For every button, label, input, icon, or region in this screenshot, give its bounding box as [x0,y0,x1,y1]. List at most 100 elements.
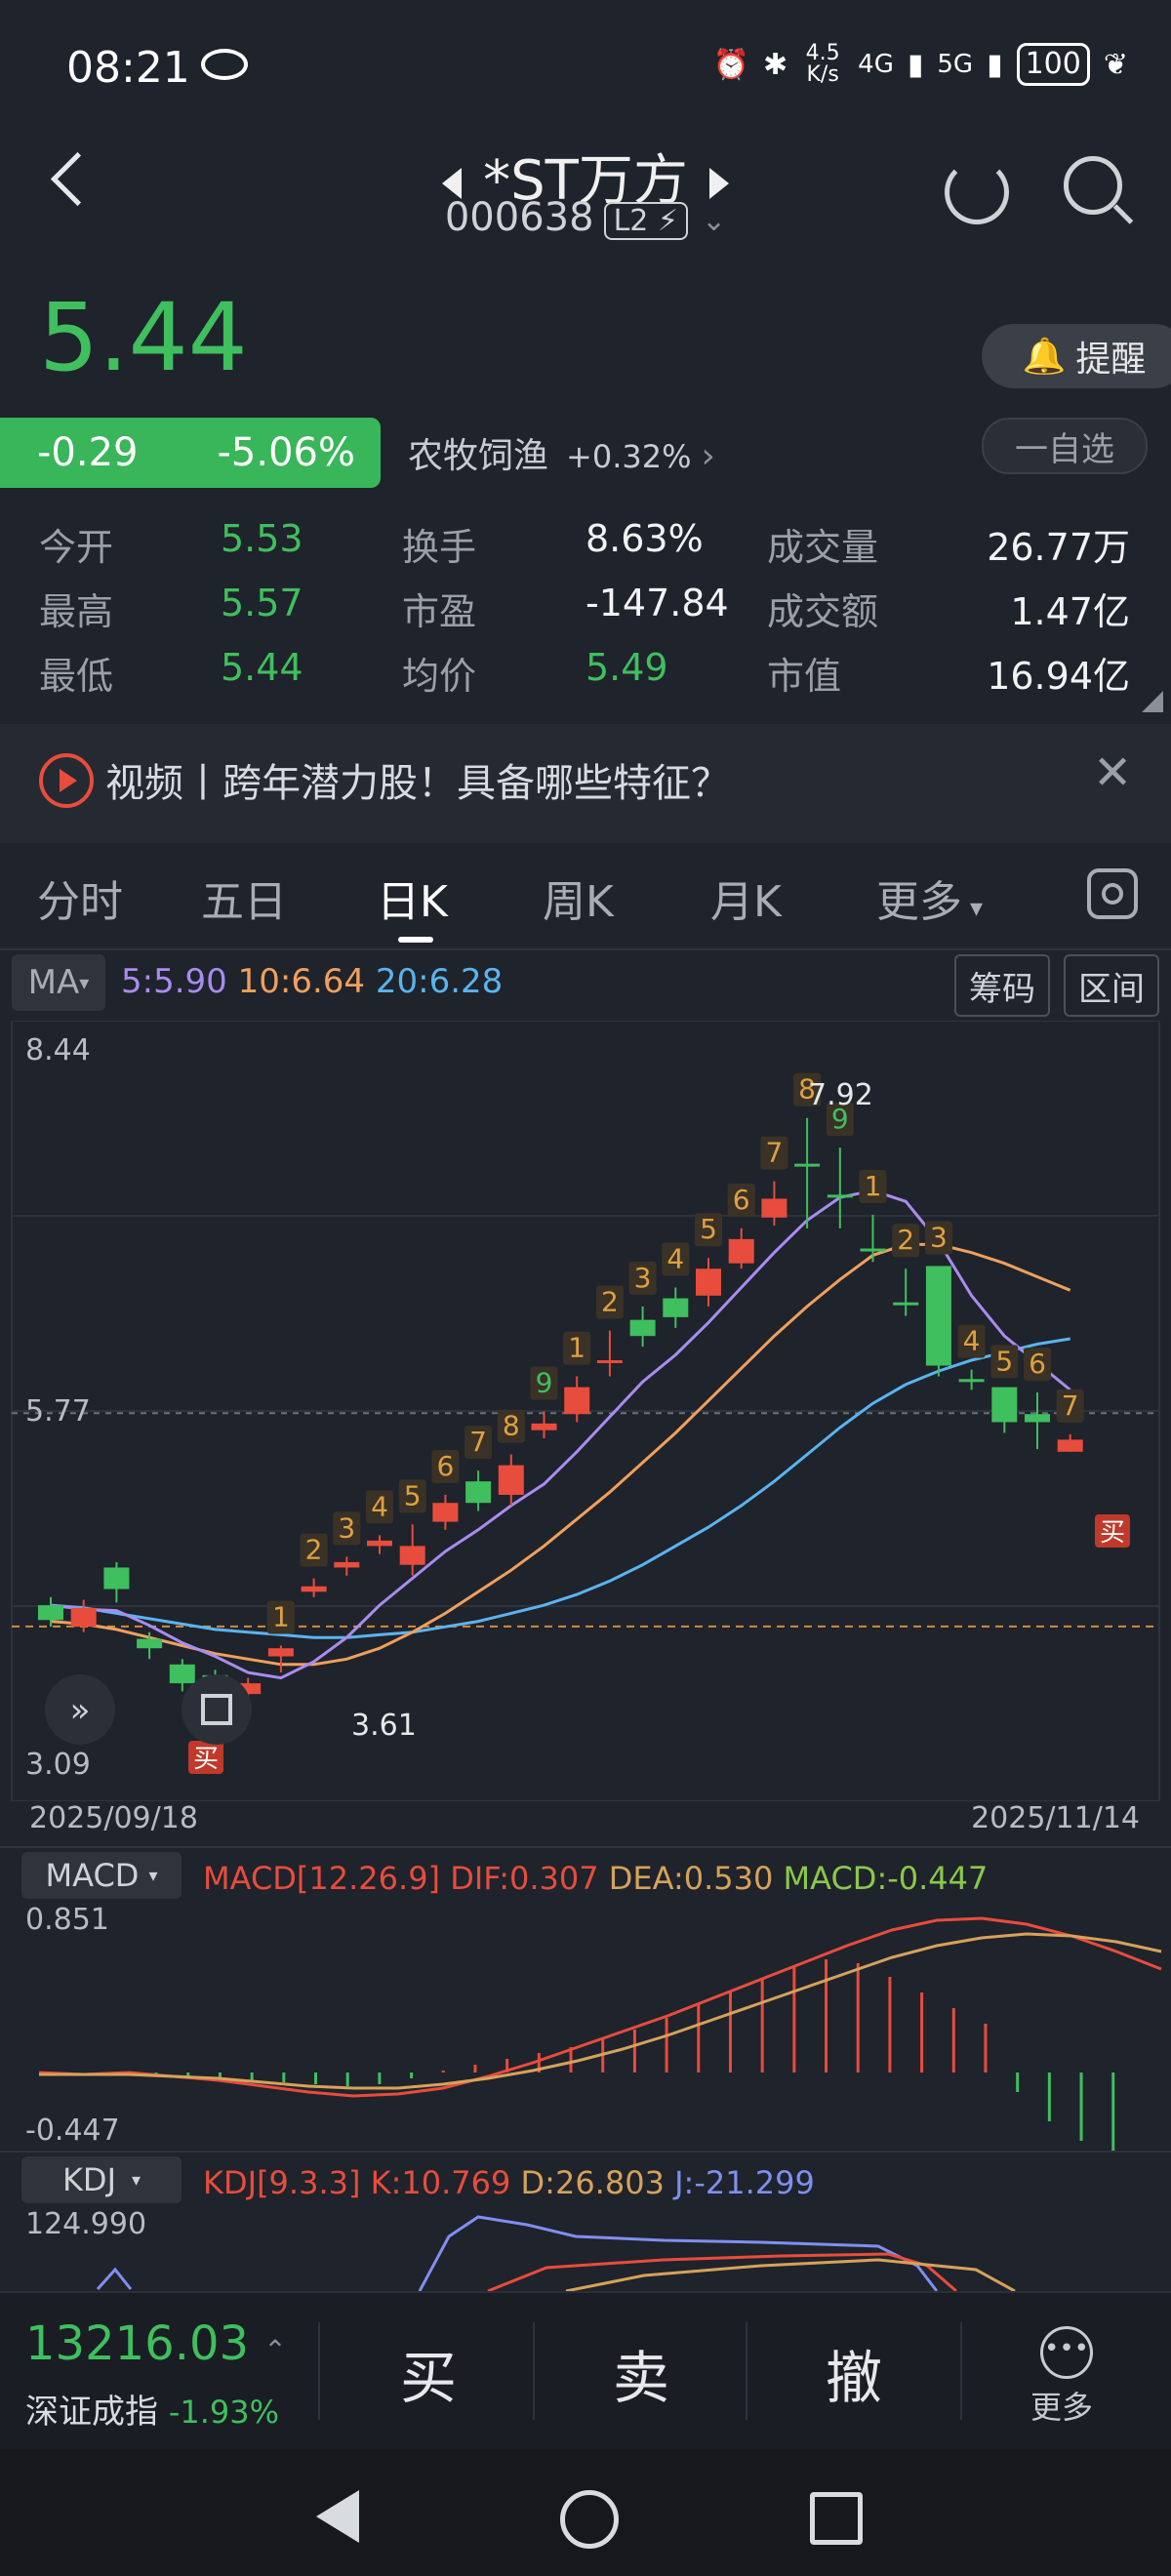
macd-bottom-label: -0.447 [25,2113,120,2148]
candle-body [465,1481,492,1504]
macd-values: MACD[12.26.9] DIF:0.307 DEA:0.530 MACD:-… [203,1860,988,1897]
ma-selector[interactable]: MA ▾ [12,954,105,1011]
kdj-label: KDJ [61,2161,116,2198]
nav-back-icon[interactable] [314,2490,359,2543]
sequence-number: 5 [700,1213,717,1245]
kdj-d: D:26.803 [520,2164,665,2201]
stat-value: 5.57 [221,582,303,624]
tab-daily-k[interactable]: 日K [377,866,448,929]
status-time: 08:21 [66,43,190,93]
level-text: L2 [613,204,649,238]
watchlist-button[interactable]: 一自选 [982,418,1148,474]
price-low-label: 3.09 [25,1748,91,1782]
trade-bar: 13216.03 ⌃ 深证成指 -1.93% 买 卖 撤 ••• 更多 [0,2291,1171,2451]
kdj-params: KDJ[9.3.3] [203,2164,361,2201]
kline-chart[interactable]: 1234 5678912345678912 345 67 8.44 5.77 3.09… [0,1021,1171,1801]
candle-body [629,1319,656,1337]
more-icon[interactable]: ••• [1040,2326,1093,2379]
kdj-selector[interactable]: KDJ ▾ [21,2156,182,2203]
remind-label: 提醒 [1075,340,1147,380]
divider [318,2322,320,2420]
fullscreen-button[interactable] [182,1674,252,1745]
candle-body [696,1268,721,1296]
candle-body [860,1248,886,1252]
news-text[interactable]: 视频丨跨年潜力股！具备哪些特征？ [105,751,730,808]
change-bar: -0.29 -5.06% [0,418,381,488]
tab-more[interactable]: 更多 ▾ [876,866,983,929]
ma5-line [50,1188,1071,1680]
close-icon[interactable]: ✕ [1093,745,1132,800]
macd-selector[interactable]: MACD ▾ [21,1852,182,1899]
news-banner[interactable]: 视频丨跨年潜力股！具备哪些特征？ ✕ [0,724,1171,843]
chevron-up-icon: ⌃ [263,2334,287,2366]
price-change-pct: -5.06% [217,430,355,475]
tab-weekly-k[interactable]: 周K [543,866,614,929]
sequence-number: 4 [963,1325,981,1357]
candle-body [893,1302,919,1306]
ma5-value: 5:5.90 [121,962,227,1001]
kdj-d-line [565,2258,1016,2291]
sequence-number: 4 [371,1490,388,1522]
stat-label: 成交量 [767,526,879,569]
candle-body [169,1664,195,1684]
tab-underline [398,937,433,943]
expand-chart-button[interactable]: » [45,1674,115,1745]
tab-more-label: 更多 [876,877,962,927]
divider [746,2322,747,2420]
sequence-number: 2 [305,1533,323,1565]
sequence-number: 3 [338,1511,355,1544]
candle-body [663,1298,689,1317]
more-label[interactable]: 更多 [1030,2383,1093,2428]
refresh-icon[interactable] [945,160,1009,224]
candle-body [432,1503,459,1522]
buy-button[interactable]: 买 [400,2332,457,2414]
sell-button[interactable]: 卖 [613,2332,669,2414]
cancel-order-button[interactable]: 撤 [826,2332,882,2414]
tab-monthly-k[interactable]: 月K [710,866,782,929]
industry-pct: +0.32% [566,438,692,475]
nav-recents-icon[interactable] [810,2492,863,2545]
ma-label: MA [27,963,80,1002]
buy-marker-text: 买 [1100,1518,1125,1548]
candle-body [564,1387,590,1415]
kdj-chart[interactable] [0,2207,1171,2291]
nav-home-icon[interactable] [560,2490,619,2549]
battery-icon: 100 [1016,43,1090,86]
candle-body [1057,1439,1083,1452]
sequence-number: 5 [995,1345,1013,1377]
stat-label: 最高 [39,590,114,633]
sequence-number: 6 [733,1184,750,1216]
candle-body [1025,1414,1050,1423]
range-button[interactable]: 区间 [1064,954,1159,1017]
stat-value: 26.77万 [987,526,1130,569]
candle-body [794,1163,821,1167]
settings-icon[interactable] [1087,868,1138,919]
expand-corner-icon[interactable] [1142,691,1163,712]
stat-label: 成交额 [767,590,879,633]
buy-marker-text: 买 [193,1745,219,1774]
candle-body [267,1648,294,1657]
index-value[interactable]: 13216.03 ⌃ [25,2316,287,2371]
remind-button[interactable]: 🔔 提醒 [982,324,1171,388]
sequence-number: 7 [1062,1389,1079,1422]
macd-chart[interactable] [0,1901,1171,2151]
stock-code: 000638 [444,195,594,240]
chevron-down-icon[interactable]: ⌄ [702,204,726,238]
price-top-label: 8.44 [25,1033,91,1067]
search-icon[interactable] [1064,156,1122,215]
industry-link[interactable]: 农牧饲渔 +0.32% › [408,427,715,478]
sequence-number: 1 [865,1170,882,1202]
stat-value: 5.49 [586,646,668,689]
sequence-number: 9 [536,1366,553,1398]
sequence-number: 4 [666,1243,684,1275]
tab-five-day[interactable]: 五日 [201,866,287,929]
chips-button[interactable]: 筹码 [954,954,1050,1017]
leaf-icon: ❦ [1103,47,1128,82]
sequence-number: 8 [503,1410,520,1442]
alarm-icon: ⏰ [712,47,750,82]
sequence-number: 7 [469,1426,487,1458]
tab-intraday[interactable]: 分时 [37,866,123,929]
level-badge[interactable]: L2 ⚡ [603,202,688,240]
signal-icon: ▮ [987,47,1003,82]
dropdown-icon: ▾ [132,2169,141,2191]
